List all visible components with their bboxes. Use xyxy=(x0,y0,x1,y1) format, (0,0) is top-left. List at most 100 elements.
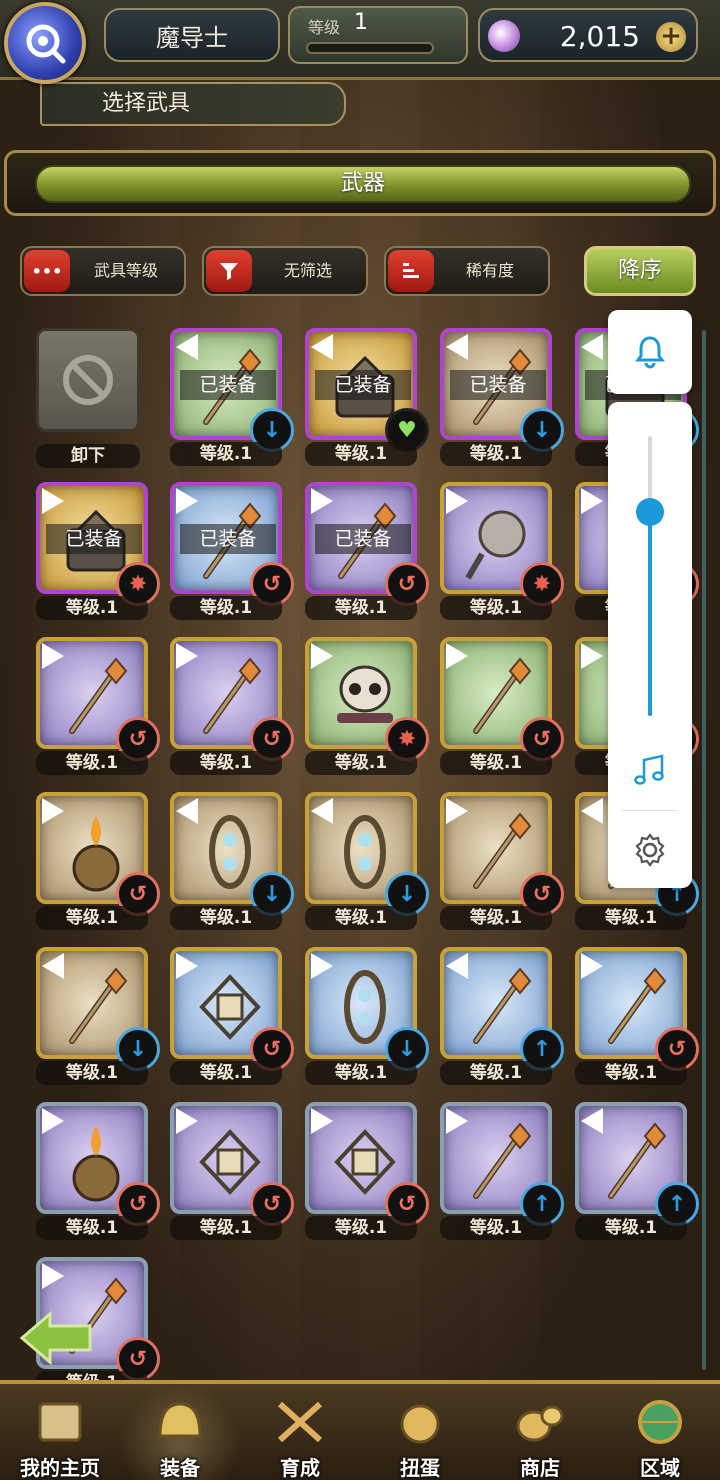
level-label: 等级.1 xyxy=(575,1061,687,1085)
level-label: 等级.1 xyxy=(36,906,148,930)
sort-order-button[interactable]: 降序 xyxy=(584,246,696,296)
coins-icon xyxy=(516,1405,564,1442)
more-icon: ••• xyxy=(24,250,70,292)
level-label: 等级.1 xyxy=(170,596,282,620)
notification-button[interactable] xyxy=(608,310,692,394)
level-label: 等级.1 xyxy=(170,906,282,930)
weapon-cell[interactable]: 已装备 ♥ 等级.1 xyxy=(305,328,429,468)
weapon-cell[interactable]: ↺等级.1 xyxy=(36,1102,160,1242)
nav-item[interactable]: 育成 xyxy=(240,1384,360,1480)
weapon-cell[interactable]: ✸ 等级.1 xyxy=(305,637,429,777)
level-label: 等级.1 xyxy=(170,751,282,775)
weapon-cell[interactable]: ↺等级.1 xyxy=(170,637,294,777)
equipped-label: 已装备 xyxy=(315,370,411,400)
triangle-right-icon xyxy=(446,488,468,514)
triangle-right-icon xyxy=(176,643,198,669)
weapon-cell[interactable]: ↓ 等级.1 xyxy=(170,792,294,932)
weapon-cell[interactable]: ↺等级.1 xyxy=(36,637,160,777)
class-name: 魔导士 xyxy=(104,8,280,62)
triangle-right-icon xyxy=(581,643,603,669)
class-emblem[interactable] xyxy=(4,2,86,84)
equipped-label: 已装备 xyxy=(315,524,411,554)
back-arrow-icon[interactable] xyxy=(18,1310,94,1366)
nav-label: 区域 xyxy=(640,1456,680,1480)
weapon-cell[interactable]: ✸ 等级.1 xyxy=(440,482,564,622)
weapon-cell[interactable]: ↑ 等级.1 xyxy=(440,947,564,1087)
level-label: 等级.1 xyxy=(440,1216,552,1240)
weapon-cell[interactable]: 已装备 ✸ 等级.1 xyxy=(36,482,160,622)
triangle-right-icon xyxy=(42,643,64,669)
filter-button[interactable]: 无筛选 xyxy=(202,246,368,296)
level-label: 等级.1 xyxy=(170,1061,282,1085)
volume-knob[interactable] xyxy=(636,498,664,526)
weapon-cell[interactable]: 已装备 ↺ 等级.1 xyxy=(305,482,429,622)
equipped-label: 已装备 xyxy=(46,524,142,554)
weapon-cell[interactable]: 已装备 ↓ 等级.1 xyxy=(440,328,564,468)
weapon-cell[interactable]: ↑ 等级.1 xyxy=(575,1102,699,1242)
filter-label: 无筛选 xyxy=(283,261,332,280)
music-icon[interactable] xyxy=(632,752,668,788)
level-sort-label: 武具等级 xyxy=(93,261,158,280)
unequip-cell[interactable]: 卸下 xyxy=(36,328,154,468)
bottom-nav: 我的主页 装备 育成 扭蛋 商店 区域 xyxy=(0,1380,720,1480)
level-box: 等级 1 xyxy=(288,6,468,64)
level-label: 等级.1 xyxy=(305,1061,417,1085)
weapon-cell[interactable]: ↺等级.1 xyxy=(440,792,564,932)
level-label: 等级.1 xyxy=(440,596,552,620)
magic-icon xyxy=(26,24,66,64)
weapon-cell[interactable]: ↓ 等级.1 xyxy=(305,947,429,1087)
weapon-cell[interactable]: ↓ 等级.1 xyxy=(36,947,160,1087)
scrollbar[interactable] xyxy=(702,330,706,1370)
triangle-left-icon xyxy=(176,798,198,824)
level-label: 等级.1 xyxy=(440,442,552,466)
volume-panel xyxy=(608,402,692,888)
currency-value: 2,015 xyxy=(559,20,640,53)
nav-label: 育成 xyxy=(280,1456,320,1480)
weapon-cell[interactable]: ↑ 等级.1 xyxy=(440,1102,564,1242)
weapon-cell[interactable]: ↓ 等级.1 xyxy=(305,792,429,932)
level-label: 等级.1 xyxy=(440,1061,552,1085)
nav-item[interactable]: 我的主页 xyxy=(0,1384,120,1480)
scroll-icon xyxy=(38,1402,82,1442)
level-label: 等级.1 xyxy=(440,906,552,930)
triangle-right-icon xyxy=(446,798,468,824)
weapon-cell[interactable]: ↺等级.1 xyxy=(170,1102,294,1242)
category-title[interactable]: 武器 xyxy=(35,165,691,203)
level-label: 等级.1 xyxy=(305,906,417,930)
equipped-label: 已装备 xyxy=(180,524,276,554)
category-bar: 武器 xyxy=(4,150,716,216)
level-label: 等级.1 xyxy=(305,442,417,466)
nav-item[interactable]: 商店 xyxy=(480,1384,600,1480)
level-label: 等级.1 xyxy=(36,596,148,620)
plus-icon[interactable]: + xyxy=(656,22,686,52)
level-label: 等级.1 xyxy=(305,1216,417,1240)
triangle-right-icon xyxy=(311,643,333,669)
volume-track[interactable] xyxy=(648,436,652,716)
weapon-cell[interactable]: 已装备 ↓ 等级.1 xyxy=(170,328,294,468)
triangle-right-icon xyxy=(581,488,603,514)
level-sort-button[interactable]: ••• 武具等级 xyxy=(20,246,186,296)
rarity-button[interactable]: 稀有度 xyxy=(384,246,550,296)
gear-icon[interactable] xyxy=(632,832,668,868)
weapon-cell[interactable]: ↺等级.1 xyxy=(440,637,564,777)
helmet-icon xyxy=(158,1402,202,1438)
triangle-right-icon xyxy=(42,1108,64,1134)
triangle-left-icon xyxy=(581,1108,603,1134)
panel-divider xyxy=(622,810,678,811)
triangle-right-icon xyxy=(176,953,198,979)
rarity-label: 稀有度 xyxy=(465,261,514,280)
triangle-right-icon xyxy=(176,488,198,514)
nav-item[interactable]: 扭蛋 xyxy=(360,1384,480,1480)
nav-item[interactable]: 区域 xyxy=(600,1384,720,1480)
prohibited-icon xyxy=(63,355,113,405)
weapon-cell[interactable]: ↺等级.1 xyxy=(36,792,160,932)
weapon-cell[interactable]: ↺等级.1 xyxy=(575,947,699,1087)
weapon-cell[interactable]: ↺等级.1 xyxy=(305,1102,429,1242)
nav-item[interactable]: 装备 xyxy=(120,1384,240,1480)
triangle-right-icon xyxy=(311,1108,333,1134)
level-label: 等级.1 xyxy=(305,596,417,620)
weapon-cell[interactable]: 已装备 ↺ 等级.1 xyxy=(170,482,294,622)
page-subtitle: 选择武具 xyxy=(40,82,346,126)
weapon-cell[interactable]: ↺等级.1 xyxy=(170,947,294,1087)
unequip-tile[interactable] xyxy=(36,328,140,432)
